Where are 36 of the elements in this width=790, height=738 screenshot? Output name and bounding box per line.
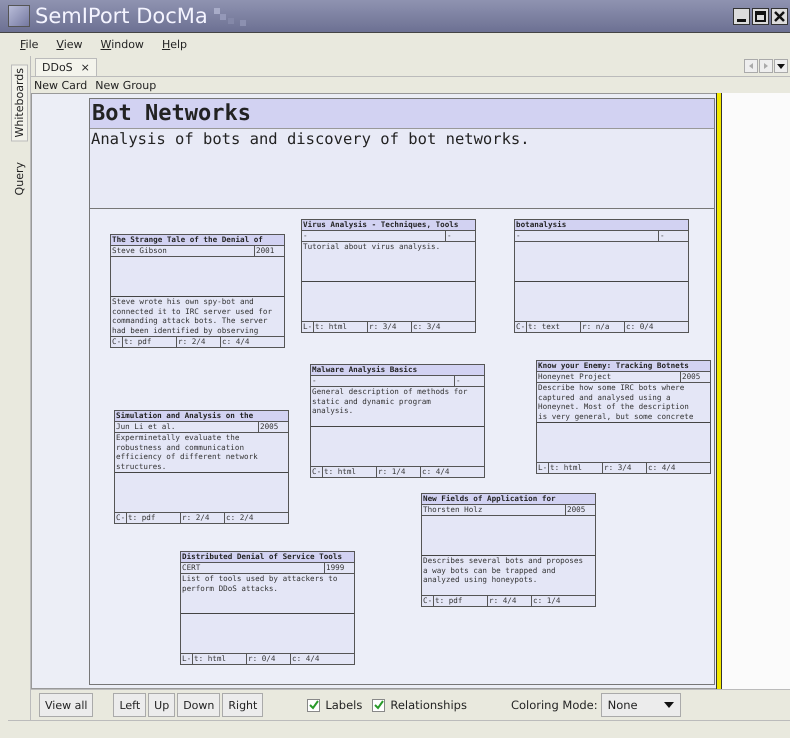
tab-close-button[interactable]: × (80, 61, 90, 74)
checkbox[interactable] (372, 698, 386, 712)
menu-item[interactable]: View (56, 38, 83, 51)
window-title: SemIPort DocMa (35, 4, 208, 28)
side-tab[interactable]: Whiteboards (10, 64, 28, 142)
navigation-button[interactable]: Up (148, 693, 176, 717)
maximize-button[interactable] (752, 8, 769, 24)
document-card[interactable] (110, 234, 285, 348)
menu-item[interactable]: Help (162, 38, 188, 51)
toolbar-button[interactable]: New Card (34, 78, 88, 92)
menu-item[interactable]: File (20, 38, 38, 51)
navigation-button[interactable]: Left (113, 693, 146, 717)
group-description: Analysis of bots and discovery of bot networks. (90, 129, 714, 209)
checkbox-label: Relationships (390, 698, 467, 712)
minimize-button[interactable] (733, 8, 750, 24)
checkbox-label: Labels (325, 698, 362, 712)
tab-label: DDoS (42, 61, 73, 74)
group-title: Bot Networks (90, 99, 714, 129)
maximize-icon (755, 10, 766, 22)
close-icon (774, 10, 785, 22)
document-card[interactable] (536, 360, 711, 474)
menu-item[interactable]: Window (100, 38, 144, 51)
minimize-icon (737, 18, 746, 22)
coloring-mode-dropdown[interactable]: None (600, 693, 681, 717)
toolbar-button[interactable]: New Group (95, 78, 156, 92)
coloring-mode-label: Coloring Mode: (510, 698, 598, 712)
dropdown-icon[interactable] (774, 59, 788, 73)
navigation-button[interactable]: Right (222, 693, 264, 717)
document-tab[interactable]: DDoS × (35, 58, 97, 76)
caret-icon (664, 702, 674, 708)
app-icon (8, 5, 30, 27)
view-all-button[interactable]: View all (39, 693, 94, 717)
close-button[interactable] (771, 8, 788, 24)
navigation-button[interactable]: Down (177, 693, 220, 717)
side-tab[interactable]: Query (12, 159, 26, 199)
checkbox[interactable] (307, 698, 320, 712)
